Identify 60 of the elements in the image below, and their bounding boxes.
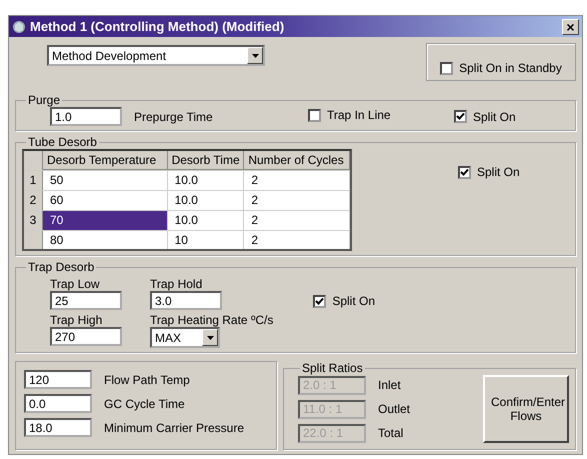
table-cell[interactable]: 2 — [244, 231, 350, 249]
input-field[interactable]: 120 — [24, 370, 92, 389]
field-label: Trap High — [50, 313, 104, 327]
table-cell[interactable]: 2 — [244, 191, 350, 210]
group-title: Purge — [27, 93, 62, 107]
field-label: Prepurge Time — [134, 110, 214, 124]
dropdown-button[interactable] — [247, 47, 263, 64]
row-header[interactable]: 3 — [24, 211, 43, 230]
group-title: Tube Desorb — [27, 135, 98, 149]
row-header[interactable]: 2 — [24, 191, 43, 210]
input-field[interactable]: 1.0 — [50, 107, 122, 126]
table-cell[interactable]: 70 — [43, 211, 168, 230]
field-label: Flow Path Temp — [104, 372, 190, 386]
field-label: GC Cycle Time — [104, 396, 185, 410]
column-header[interactable]: Desorb Time — [168, 151, 244, 170]
method-dropdown[interactable]: Method Development — [47, 45, 265, 66]
table-cell[interactable]: 80 — [43, 231, 168, 249]
table-cell[interactable]: 2 — [244, 211, 350, 230]
table-cell[interactable]: 2 — [244, 171, 350, 190]
table-cell[interactable]: 50 — [43, 171, 168, 190]
window-title: Method 1 (Controlling Method) (Modified) — [30, 19, 286, 34]
heating-rate-dropdown[interactable]: MAX — [150, 327, 220, 348]
close-button[interactable]: × — [562, 18, 579, 34]
column-header[interactable]: Number of Cycles — [244, 151, 350, 170]
checkbox-label: Split On in Standby — [459, 61, 562, 75]
checkbox[interactable] — [458, 166, 471, 178]
field-label: Trap Low — [50, 277, 101, 291]
input-field[interactable]: 270 — [50, 327, 122, 346]
caret-icon — [206, 336, 214, 340]
field-label: Inlet — [378, 378, 401, 392]
checkbox[interactable] — [308, 108, 321, 122]
checkbox[interactable] — [454, 110, 467, 123]
table-cell[interactable]: 10 — [168, 231, 244, 249]
field-label: Trap Hold — [150, 277, 204, 291]
confirm-flows-button[interactable]: Confirm/Enter Flows — [483, 375, 569, 443]
table-cell[interactable]: 60 — [43, 191, 168, 210]
field-label: Minimum Carrier Pressure — [104, 420, 244, 434]
input-field[interactable]: 18.0 — [24, 418, 92, 437]
input-field[interactable]: 25 — [50, 291, 122, 310]
checkbox-label: Split On — [332, 294, 376, 308]
input-field[interactable]: 0.0 — [24, 394, 92, 413]
dropdown-button[interactable] — [202, 329, 218, 346]
table-cell[interactable]: 10.0 — [168, 211, 244, 230]
caret-icon — [252, 54, 258, 58]
checkbox-label: Split On — [473, 110, 516, 124]
checkbox[interactable] — [440, 62, 454, 74]
field-label: Trap Heating Rate ºC/s — [150, 313, 274, 327]
column-header[interactable]: Desorb Temperature — [43, 151, 168, 170]
checkbox-label: Split On — [477, 165, 520, 179]
group-title: Trap Desorb — [27, 260, 96, 274]
checkbox[interactable] — [313, 294, 326, 308]
app-icon — [12, 20, 26, 34]
field-label: Outlet — [378, 402, 410, 416]
table-cell[interactable]: 10.0 — [168, 191, 244, 210]
group-title: Split Ratios — [301, 361, 364, 375]
checkbox-label: Trap In Line — [327, 108, 391, 122]
input-field[interactable]: 3.0 — [150, 291, 222, 310]
field-label: Total — [378, 426, 404, 440]
table-cell[interactable]: 10.0 — [168, 171, 244, 190]
row-header[interactable]: 1 — [24, 171, 43, 190]
